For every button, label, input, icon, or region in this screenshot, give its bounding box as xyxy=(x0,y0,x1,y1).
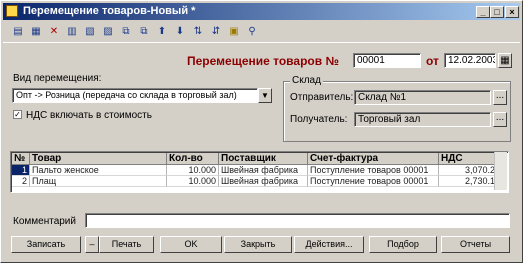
doc-date-field[interactable]: 12.02.2003 xyxy=(444,53,496,68)
record-button[interactable]: Записать xyxy=(11,236,81,253)
chevron-down-icon[interactable]: ▼ xyxy=(258,88,272,103)
toolbar: ▤ ▦ ✕ ▥ ▧ ▨ ⧉ ⧉ ⬆ ⬇ ⇅ ⇵ ▣ ⚲ xyxy=(3,22,520,43)
sender-field[interactable]: Склад №1 xyxy=(354,90,491,105)
vat-checkbox[interactable]: ✓ xyxy=(13,110,22,119)
table-row-num[interactable]: 1 xyxy=(12,165,30,176)
col-header-num[interactable]: № xyxy=(12,153,30,165)
minus-button[interactable]: – xyxy=(85,236,99,253)
table-cell[interactable]: 10.000 xyxy=(167,165,219,176)
vat-checkbox-label: НДС включать в стоимость xyxy=(26,110,152,121)
print-button[interactable]: Печать xyxy=(99,236,154,253)
table-scrollbar[interactable] xyxy=(494,152,507,190)
selection-button[interactable]: Подбор xyxy=(369,236,437,253)
title-bar[interactable]: Перемещение товаров-Новый * _ □ × xyxy=(3,3,520,20)
col-header-invoice[interactable]: Счет-фактура xyxy=(308,153,439,165)
receiver-select-button[interactable]: ... xyxy=(493,112,507,127)
filter-icon[interactable]: ⚲ xyxy=(245,25,259,39)
comment-field[interactable] xyxy=(85,213,510,228)
close-form-button[interactable]: Закрыть xyxy=(224,236,292,253)
comment-label: Комментарий xyxy=(13,216,76,227)
col-header-qty[interactable]: Кол-во xyxy=(167,153,219,165)
doc-icon-2[interactable]: ▧ xyxy=(83,25,97,39)
window-title: Перемещение товаров-Новый * xyxy=(23,5,196,17)
receiver-field[interactable]: Торговый зал xyxy=(354,112,491,127)
doc-copy-icon[interactable]: ⧉ xyxy=(119,25,133,39)
doc-icon[interactable]: ▥ xyxy=(65,25,79,39)
maximize-button[interactable]: □ xyxy=(490,6,504,18)
date-label: от xyxy=(426,54,439,68)
document-icon xyxy=(6,5,18,17)
table-cell[interactable]: Плащ xyxy=(30,176,167,187)
table-row-num[interactable]: 2 xyxy=(12,176,30,187)
table-cell[interactable]: Пальто женское xyxy=(30,165,167,176)
doc-number-field[interactable]: 00001 xyxy=(353,53,421,68)
sort-desc-icon[interactable]: ⇵ xyxy=(209,25,223,39)
delete-doc-icon[interactable]: ✕ xyxy=(47,25,61,39)
minimize-button[interactable]: _ xyxy=(476,6,490,18)
calendar-icon[interactable]: ▦ xyxy=(498,53,512,68)
warehouse-group-title: Склад xyxy=(290,75,323,86)
move-type-select[interactable]: Опт -> Розница (передача со склада в тор… xyxy=(12,88,258,103)
sort-asc-icon[interactable]: ⇅ xyxy=(191,25,205,39)
col-header-supplier[interactable]: Поставщик xyxy=(219,153,308,165)
move-up-icon[interactable]: ⬆ xyxy=(155,25,169,39)
sender-label: Отправитель: xyxy=(290,92,354,103)
receiver-label: Получатель: xyxy=(290,114,348,125)
move-type-label: Вид перемещения: xyxy=(13,73,102,84)
goods-table[interactable]: № Товар Кол-во Поставщик Счет-фактура НД… xyxy=(10,151,509,193)
doc-copy-icon-2[interactable]: ⧉ xyxy=(137,25,151,39)
new-doc-icon[interactable]: ▤ xyxy=(11,25,25,39)
table-cell[interactable]: 10.000 xyxy=(167,176,219,187)
close-button[interactable]: × xyxy=(505,6,519,18)
move-down-icon[interactable]: ⬇ xyxy=(173,25,187,39)
document-window: Перемещение товаров-Новый * _ □ × ▤ ▦ ✕ … xyxy=(0,0,523,263)
ok-button[interactable]: OK xyxy=(160,236,222,253)
doc-props-icon[interactable]: ▨ xyxy=(101,25,115,39)
doc-title: Перемещение товаров № xyxy=(187,54,339,68)
col-header-product[interactable]: Товар xyxy=(30,153,167,165)
reports-button[interactable]: Отчеты xyxy=(441,236,510,253)
table-cell[interactable]: Поступление товаров 00001 xyxy=(308,165,439,176)
sender-select-button[interactable]: ... xyxy=(493,90,507,105)
table-cell[interactable]: Швейная фабрика xyxy=(219,176,308,187)
actions-button[interactable]: Действия... xyxy=(294,236,364,253)
copy-doc-icon[interactable]: ▦ xyxy=(29,25,43,39)
table-cell[interactable]: Поступление товаров 00001 xyxy=(308,176,439,187)
doc-help-icon[interactable]: ▣ xyxy=(227,25,241,39)
table-cell[interactable]: Швейная фабрика xyxy=(219,165,308,176)
